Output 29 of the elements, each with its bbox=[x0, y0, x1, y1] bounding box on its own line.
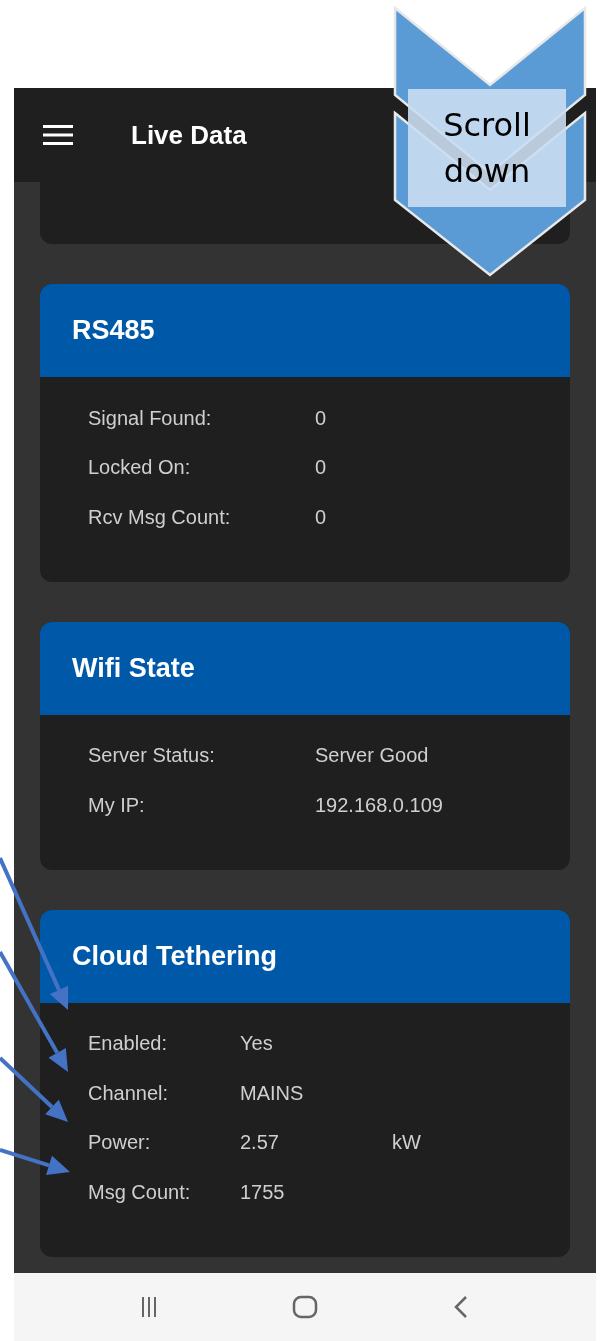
menu-icon[interactable] bbox=[43, 124, 73, 146]
field-value: 0 bbox=[315, 504, 328, 530]
home-icon[interactable] bbox=[292, 1295, 318, 1319]
card-title: Wifi State bbox=[72, 651, 195, 685]
field-label: Server Status: bbox=[88, 743, 216, 769]
field-label: Channel: bbox=[88, 1080, 170, 1106]
field-value: Yes bbox=[240, 1031, 274, 1057]
field-label: Power: bbox=[88, 1130, 152, 1156]
field-value: 2.57 bbox=[240, 1130, 280, 1156]
field-label: Signal Found: bbox=[88, 405, 213, 431]
annotation-arrow bbox=[0, 1148, 70, 1175]
field-label: Enabled: bbox=[88, 1031, 168, 1057]
field-value: Server Good bbox=[315, 743, 430, 769]
field-value: 0 bbox=[315, 405, 328, 431]
field-label: Locked On: bbox=[88, 455, 192, 481]
back-icon[interactable] bbox=[454, 1295, 468, 1319]
recent-apps-icon[interactable] bbox=[142, 1296, 156, 1318]
field-label: Msg Count: bbox=[88, 1179, 192, 1205]
field-label: My IP: bbox=[88, 792, 146, 818]
field-value: MAINS bbox=[240, 1080, 305, 1106]
screen-title: Live Data bbox=[131, 118, 247, 152]
card-title: RS485 bbox=[72, 314, 155, 348]
field-value: 0 bbox=[315, 455, 328, 481]
card-title: Cloud Tethering bbox=[72, 939, 277, 973]
field-value: 192.168.0.109 bbox=[315, 792, 444, 818]
callout-label: Scroll down bbox=[408, 89, 566, 207]
field-label: Rcv Msg Count: bbox=[88, 504, 232, 530]
field-value: 1755 bbox=[240, 1179, 286, 1205]
unit-label: kW bbox=[392, 1130, 421, 1156]
